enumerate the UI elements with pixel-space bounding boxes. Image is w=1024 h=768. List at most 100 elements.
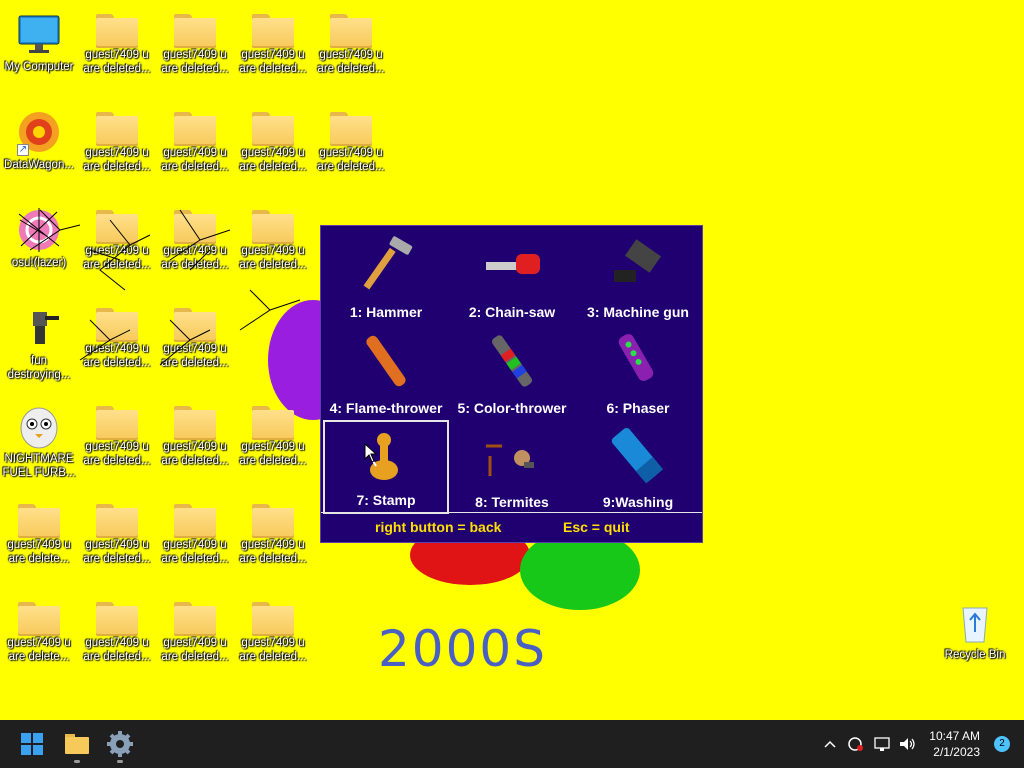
desktop-icon-label: guest7409 u are deleted... — [83, 147, 151, 173]
taskbar: 10:47 AM 2/1/2023 2 — [0, 720, 1024, 768]
tool-stamp[interactable]: 7: Stamp — [323, 420, 449, 514]
folder-shortcut[interactable]: guest7409 u are deleted... — [157, 4, 233, 100]
menu-footer: right button = back Esc = quit — [321, 512, 702, 542]
folder-icon — [96, 504, 138, 538]
tool-color-thrower[interactable]: 5: Color-thrower — [449, 326, 575, 420]
folder-shortcut[interactable]: guest7409 u are deleted... — [79, 396, 155, 492]
datawagon-shortcut[interactable]: ↗ DataWagon... — [1, 102, 77, 198]
recycle-bin-icon — [951, 598, 999, 646]
desktop-icon-label: guest7409 u are deleted... — [317, 49, 385, 75]
shortcut-arrow-icon: ↗ — [17, 144, 29, 156]
tool-machine-gun[interactable]: 3: Machine gun — [575, 230, 701, 324]
desktop-icon-label: guest7409 u are deleted... — [161, 49, 229, 75]
desktop-icon-label: guest7409 u are deleted... — [239, 147, 307, 173]
clock-date: 2/1/2023 — [933, 745, 980, 759]
termites-icon — [482, 426, 542, 484]
show-hidden-icons-chevron-icon[interactable] — [820, 733, 840, 755]
desktop-icon-label: guest7409 u are deleted... — [83, 49, 151, 75]
folder-shortcut[interactable]: guest7409 u are deleted... — [157, 494, 233, 590]
start-button[interactable] — [12, 724, 52, 764]
tool-chain-saw[interactable]: 2: Chain-saw — [449, 230, 575, 324]
folder-shortcut[interactable]: guest7409 u are deleted... — [235, 396, 311, 492]
sync-icon[interactable] — [845, 733, 865, 755]
nightmare-furby-shortcut[interactable]: NIGHTMARE FUEL FURB... — [1, 396, 77, 492]
desktop-icon-label: guest7409 u are deleted... — [239, 441, 307, 467]
folder-icon — [252, 14, 294, 48]
folder-shortcut[interactable]: guest7409 u are deleted... — [79, 102, 155, 198]
system-clock[interactable]: 10:47 AM 2/1/2023 — [929, 728, 980, 760]
datawagon-icon: ↗ — [15, 108, 63, 156]
folder-shortcut[interactable]: guest7409 u are deleted... — [235, 494, 311, 590]
quit-hint: Esc = quit — [563, 519, 630, 535]
desktop-icon-label: guest7409 u are delete... — [7, 637, 71, 663]
folder-shortcut[interactable]: guest7409 u are delete... — [1, 592, 77, 688]
folder-icon — [174, 602, 216, 636]
folder-icon — [252, 602, 294, 636]
phaser-icon — [608, 332, 668, 390]
tool-phaser[interactable]: 6: Phaser — [575, 326, 701, 420]
color-thrower-icon — [482, 332, 542, 390]
settings-button[interactable] — [100, 724, 140, 764]
chainsaw-icon — [482, 236, 542, 294]
folder-icon — [330, 14, 372, 48]
folder-shortcut[interactable]: guest7409 u are deleted... — [235, 102, 311, 198]
folder-shortcut[interactable]: guest7409 u are deleted... — [313, 4, 389, 100]
folder-icon — [96, 602, 138, 636]
folder-shortcut[interactable]: guest7409 u are deleted... — [79, 494, 155, 590]
clock-time: 10:47 AM — [929, 729, 980, 743]
machine-gun-icon — [608, 236, 668, 294]
network-icon[interactable] — [872, 733, 892, 755]
flame-thrower-icon — [356, 332, 416, 390]
notification-badge[interactable]: 2 — [994, 736, 1010, 752]
folder-shortcut[interactable]: guest7409 u are deleted... — [79, 592, 155, 688]
folder-shortcut[interactable]: guest7409 u are deleted... — [313, 102, 389, 198]
desktop-icon-label: guest7409 u are deleted... — [161, 441, 229, 467]
desktop-icon-label: Recycle Bin — [944, 649, 1006, 661]
folder-icon — [174, 504, 216, 538]
gear-icon — [107, 731, 133, 757]
folder-icon — [252, 406, 294, 440]
tool-termites[interactable]: 8: Termites — [449, 420, 575, 514]
folder-icon — [174, 14, 216, 48]
folder-icon — [252, 112, 294, 146]
desktop-icon-label: guest7409 u are deleted... — [239, 637, 307, 663]
folder-shortcut[interactable]: guest7409 u are delete... — [1, 494, 77, 590]
folder-shortcut[interactable]: guest7409 u are deleted... — [235, 4, 311, 100]
folder-icon — [330, 112, 372, 146]
folder-icon — [252, 504, 294, 538]
desktop-icon-label: guest7409 u are deleted... — [317, 147, 385, 173]
desktop-icon-label: guest7409 u are deleted... — [161, 539, 229, 565]
tool-hammer[interactable]: 1: Hammer — [323, 230, 449, 324]
volume-icon[interactable] — [897, 733, 917, 755]
hammer-icon — [356, 236, 416, 294]
folder-shortcut[interactable]: guest7409 u are deleted... — [157, 396, 233, 492]
my-computer-shortcut[interactable]: My Computer — [1, 4, 77, 100]
tool-washing[interactable]: 9:Washing — [575, 420, 701, 514]
desktop-icon-label: guest7409 u are deleted... — [83, 637, 151, 663]
washing-icon — [608, 426, 668, 484]
desktop-icon-label: NIGHTMARE FUEL FURB... — [2, 453, 76, 479]
folder-shortcut[interactable]: guest7409 u are deleted... — [79, 4, 155, 100]
tool-select-menu: 1: Hammer 2: Chain-saw 3: Machine gun 4:… — [320, 225, 703, 543]
folder-icon — [18, 602, 60, 636]
desktop-icon-label: guest7409 u are deleted... — [161, 637, 229, 663]
tool-flame-thrower[interactable]: 4: Flame-thrower — [323, 326, 449, 420]
folder-shortcut[interactable]: guest7409 u are deleted... — [235, 592, 311, 688]
desktop-icon-label: guest7409 u are deleted... — [239, 539, 307, 565]
recycle-bin-shortcut[interactable]: Recycle Bin — [937, 592, 1013, 688]
file-explorer-button[interactable] — [57, 724, 97, 764]
back-hint: right button = back — [375, 519, 502, 535]
folder-icon — [174, 112, 216, 146]
wallpaper-2000s-text: 2000S — [378, 620, 547, 678]
mouse-cursor-icon — [364, 443, 378, 463]
desktop-icon-label: guest7409 u are deleted... — [239, 49, 307, 75]
folder-shortcut[interactable]: guest7409 u are deleted... — [157, 592, 233, 688]
folder-icon — [96, 406, 138, 440]
folder-icon — [174, 406, 216, 440]
desktop-icon-label: My Computer — [4, 61, 74, 73]
folder-shortcut[interactable]: guest7409 u are deleted... — [157, 102, 233, 198]
desktop-icon-label: guest7409 u are deleted... — [161, 147, 229, 173]
folder-icon — [96, 112, 138, 146]
windows-icon — [21, 733, 43, 755]
desktop-icon-label: guest7409 u are deleted... — [83, 441, 151, 467]
